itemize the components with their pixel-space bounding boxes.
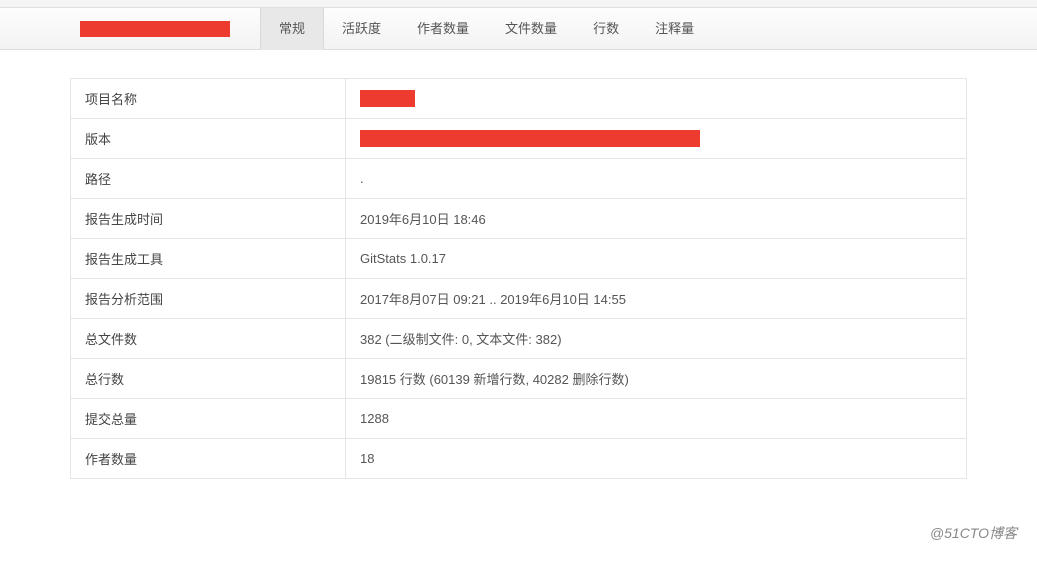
row-label: 报告分析范围 (71, 279, 346, 319)
table-row: 报告分析范围 2017年8月07日 09:21 .. 2019年6月10日 14… (71, 279, 967, 319)
table-row: 总行数 19815 行数 (60139 新增行数, 40282 删除行数) (71, 359, 967, 399)
redacted-value (360, 130, 700, 147)
row-value: 2017年8月07日 09:21 .. 2019年6月10日 14:55 (346, 279, 967, 319)
tab-general[interactable]: 常规 (260, 8, 324, 50)
row-label: 路径 (71, 159, 346, 199)
table-row: 总文件数 382 (二级制文件: 0, 文本文件: 382) (71, 319, 967, 359)
tab-files[interactable]: 文件数量 (487, 8, 575, 50)
row-label: 总行数 (71, 359, 346, 399)
row-label: 报告生成工具 (71, 239, 346, 279)
watermark: @51CTO博客 (930, 523, 1017, 543)
tab-authors[interactable]: 作者数量 (399, 8, 487, 50)
nav-tabs: 常规 活跃度 作者数量 文件数量 行数 注释量 (0, 8, 1037, 50)
page-title-redacted (70, 20, 240, 37)
row-value (346, 119, 967, 159)
table-row: 路径 . (71, 159, 967, 199)
row-value: 18 (346, 439, 967, 479)
redacted-value (360, 90, 415, 107)
table-row: 报告生成时间 2019年6月10日 18:46 (71, 199, 967, 239)
info-table: 项目名称 版本 路径 . 报告生成时间 2019年6月10日 18:46 报告生… (70, 78, 967, 479)
row-label: 作者数量 (71, 439, 346, 479)
row-value: . (346, 159, 967, 199)
table-row: 报告生成工具 GitStats 1.0.17 (71, 239, 967, 279)
row-value (346, 79, 967, 119)
row-label: 版本 (71, 119, 346, 159)
redacted-title (80, 21, 230, 37)
table-row: 作者数量 18 (71, 439, 967, 479)
row-label: 报告生成时间 (71, 199, 346, 239)
tab-lines[interactable]: 行数 (575, 8, 637, 50)
row-value: 1288 (346, 399, 967, 439)
content-area: 项目名称 版本 路径 . 报告生成时间 2019年6月10日 18:46 报告生… (0, 50, 1037, 479)
row-value: 19815 行数 (60139 新增行数, 40282 删除行数) (346, 359, 967, 399)
row-value: 382 (二级制文件: 0, 文本文件: 382) (346, 319, 967, 359)
row-value: 2019年6月10日 18:46 (346, 199, 967, 239)
tab-comments[interactable]: 注释量 (637, 8, 712, 50)
table-row: 提交总量 1288 (71, 399, 967, 439)
tab-activity[interactable]: 活跃度 (324, 8, 399, 50)
row-label: 项目名称 (71, 79, 346, 119)
row-label: 总文件数 (71, 319, 346, 359)
table-row: 版本 (71, 119, 967, 159)
row-value: GitStats 1.0.17 (346, 239, 967, 279)
row-label: 提交总量 (71, 399, 346, 439)
table-row: 项目名称 (71, 79, 967, 119)
